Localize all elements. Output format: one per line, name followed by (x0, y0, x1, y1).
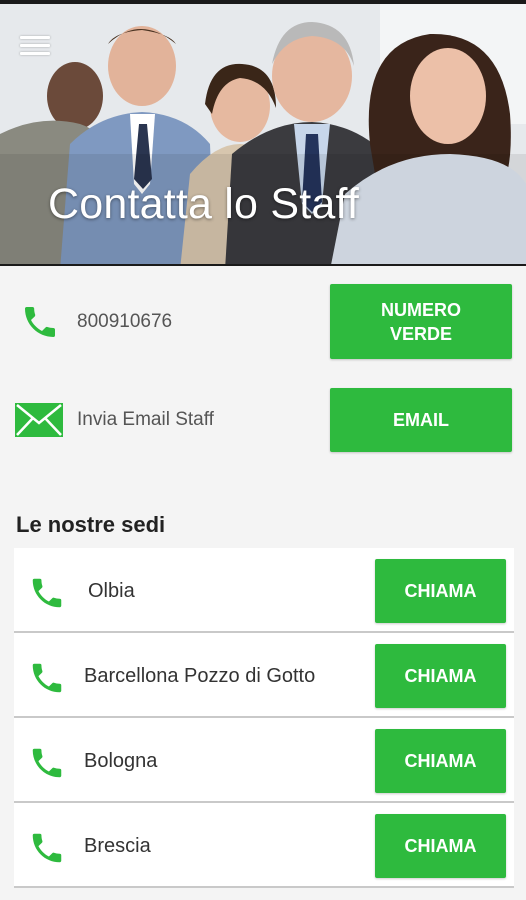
location-name: Barcellona Pozzo di Gotto (84, 665, 316, 687)
location-name: Olbia (88, 580, 135, 602)
page-title: Contatta lo Staff (48, 180, 359, 228)
list-item: Barcellona Pozzo di Gotto CHIAMA (14, 633, 514, 718)
phone-icon (32, 833, 62, 863)
envelope-icon (15, 403, 63, 437)
toll-free-call-button[interactable]: NUMERO VERDE (330, 284, 512, 359)
menu-line (20, 44, 50, 47)
toll-free-number: 800910676 (77, 311, 173, 332)
phone-icon (32, 663, 62, 693)
phone-icon (32, 748, 62, 778)
phone-icon (25, 307, 55, 337)
email-contact-row: Invia Email Staff EMAIL (0, 388, 526, 454)
phone-contact-row: 800910676 NUMERO VERDE (0, 284, 526, 360)
menu-line (20, 52, 50, 55)
call-location-button[interactable]: CHIAMA (375, 644, 506, 708)
locations-list: Olbia CHIAMA Barcellona Pozzo di Gotto C… (14, 548, 514, 888)
header-banner: Contatta lo Staff (0, 0, 526, 266)
call-location-button[interactable]: CHIAMA (375, 729, 506, 793)
phone-icon (32, 578, 62, 608)
call-location-button[interactable]: CHIAMA (375, 814, 506, 878)
email-staff-label: Invia Email Staff (77, 409, 214, 430)
call-location-button[interactable]: CHIAMA (375, 559, 506, 623)
list-item: Olbia CHIAMA (14, 548, 514, 633)
email-button[interactable]: EMAIL (330, 388, 512, 452)
locations-section-title: Le nostre sedi (16, 512, 166, 537)
menu-icon[interactable] (20, 36, 50, 58)
location-name: Bologna (84, 750, 158, 772)
list-item: Bologna CHIAMA (14, 718, 514, 803)
menu-line (20, 36, 50, 39)
list-item: Brescia CHIAMA (14, 803, 514, 888)
location-name: Brescia (84, 835, 151, 857)
